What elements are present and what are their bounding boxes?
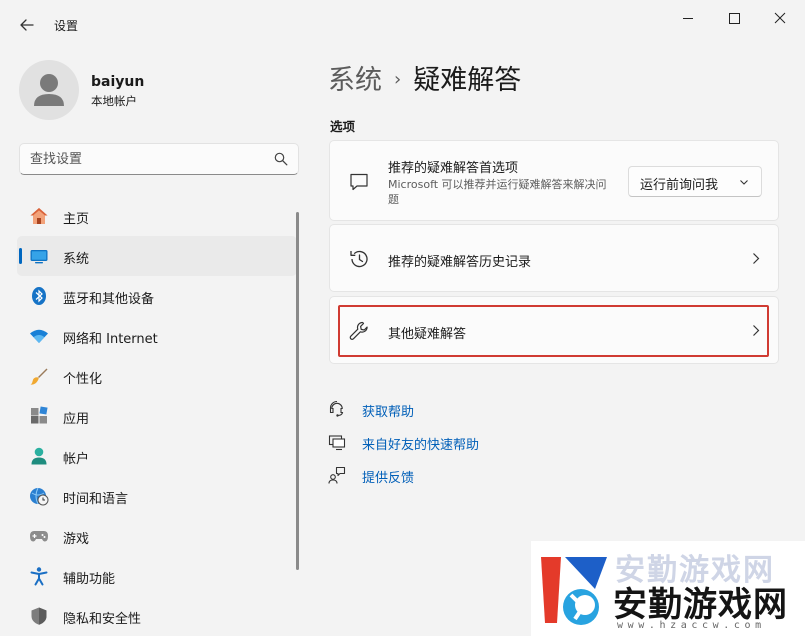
help-icon <box>329 400 344 417</box>
feedback-icon <box>328 466 346 484</box>
sidebar-item-network[interactable]: 网络和 Internet <box>17 316 297 356</box>
watermark-logo-icon <box>541 557 607 625</box>
remote-assist-icon <box>328 435 346 451</box>
card-description: Microsoft 可以推荐并运行疑难解答来解决问题 <box>388 178 607 206</box>
recommended-troubleshooter-preferences-card: 推荐的疑难解答首选项 Microsoft 可以推荐并运行疑难解答来解决问题 运行… <box>329 140 779 221</box>
shield-icon <box>31 607 47 625</box>
card-title: 推荐的疑难解答首选项 <box>388 161 519 176</box>
link-label: 获取帮助 <box>362 405 415 420</box>
sidebar-item-label: 隐私和安全性 <box>63 612 142 627</box>
title-bar: 设置 <box>0 0 805 48</box>
chevron-down-icon <box>740 180 748 185</box>
sidebar-item-accessibility[interactable]: 辅助功能 <box>17 556 297 596</box>
chat-bubble-icon <box>350 173 368 191</box>
sidebar-item-label: 网络和 Internet <box>63 332 158 347</box>
account-type: 本地帐户 <box>91 94 137 108</box>
sidebar-nav: 主页 系统 蓝牙和其他设备 网络和 Internet 个性化 应用 帐户 时间和… <box>17 196 299 636</box>
sidebar-item-label: 应用 <box>63 412 90 427</box>
sidebar-item-label: 个性化 <box>63 372 103 387</box>
sidebar-item-personalization[interactable]: 个性化 <box>17 356 297 396</box>
sidebar-item-label: 帐户 <box>63 452 90 467</box>
avatar[interactable] <box>19 60 79 120</box>
search-box[interactable] <box>19 143 299 175</box>
give-feedback-link[interactable]: 提供反馈 <box>328 464 548 497</box>
accessibility-icon <box>30 567 48 586</box>
watermark-brand: 安勤游戏网 <box>613 585 788 625</box>
search-icon[interactable] <box>274 152 288 166</box>
sidebar-item-home[interactable]: 主页 <box>17 196 297 236</box>
sidebar-item-privacy[interactable]: 隐私和安全性 <box>17 596 297 636</box>
sidebar-scrollbar[interactable] <box>296 212 299 570</box>
sidebar-item-label: 主页 <box>63 212 90 227</box>
brush-icon <box>30 368 48 385</box>
troubleshooter-history-card[interactable]: 推荐的疑难解答历史记录 <box>329 224 779 292</box>
link-label: 提供反馈 <box>362 471 415 486</box>
sidebar-item-label: 蓝牙和其他设备 <box>63 292 155 307</box>
sidebar-item-label: 游戏 <box>63 532 90 547</box>
wrench-icon <box>349 321 368 340</box>
back-button[interactable] <box>14 12 40 38</box>
back-arrow-icon <box>20 19 34 31</box>
selection-indicator <box>19 248 22 264</box>
sidebar-item-label: 系统 <box>63 252 90 267</box>
system-icon <box>30 250 48 264</box>
minimize-icon <box>683 18 693 19</box>
card-title: 推荐的疑难解答历史记录 <box>388 255 532 270</box>
maximize-button[interactable] <box>714 6 754 32</box>
close-button[interactable] <box>760 6 800 32</box>
minimize-button[interactable] <box>668 6 708 32</box>
apps-icon <box>31 406 48 424</box>
wifi-icon <box>30 329 48 343</box>
troubleshooter-preference-dropdown[interactable]: 运行前询问我 <box>628 166 762 197</box>
sidebar-item-gaming[interactable]: 游戏 <box>17 516 297 556</box>
other-troubleshooters-card[interactable]: 其他疑难解答 <box>329 296 779 364</box>
sidebar-item-system[interactable]: 系统 <box>17 236 297 276</box>
sidebar-item-label: 时间和语言 <box>63 492 129 507</box>
history-icon <box>350 250 368 268</box>
sidebar-item-label: 辅助功能 <box>63 572 116 587</box>
bluetooth-icon <box>32 287 46 305</box>
globe-clock-icon <box>30 487 49 506</box>
maximize-icon <box>729 13 740 24</box>
section-label: 选项 <box>330 119 356 134</box>
gamepad-icon <box>30 531 48 542</box>
help-links: 获取帮助 来自好友的快速帮助 提供反馈 <box>328 398 548 497</box>
dropdown-value: 运行前询问我 <box>640 178 719 193</box>
get-help-link[interactable]: 获取帮助 <box>328 398 548 431</box>
search-input[interactable] <box>30 144 270 174</box>
person-icon <box>34 74 64 106</box>
card-title: 其他疑难解答 <box>388 327 467 342</box>
app-title: 设置 <box>54 19 79 33</box>
site-watermark: 安勤游戏网 安勤游戏网 www.hzaccw.com <box>531 541 805 636</box>
breadcrumb-separator: › <box>394 69 402 90</box>
user-name: baiyun <box>91 74 145 90</box>
page-title: 疑难解答 <box>413 65 522 96</box>
home-icon <box>30 208 48 224</box>
breadcrumb-parent[interactable]: 系统 <box>328 65 382 96</box>
breadcrumb: 系统 › 疑难解答 <box>328 58 521 97</box>
sidebar-item-apps[interactable]: 应用 <box>17 396 297 436</box>
sidebar-item-bluetooth[interactable]: 蓝牙和其他设备 <box>17 276 297 316</box>
link-label: 来自好友的快速帮助 <box>362 438 480 453</box>
close-icon <box>774 12 786 24</box>
sidebar-item-time-language[interactable]: 时间和语言 <box>17 476 297 516</box>
chevron-right-icon <box>753 325 760 336</box>
account-icon <box>31 447 47 465</box>
quick-assist-link[interactable]: 来自好友的快速帮助 <box>328 431 548 464</box>
watermark-url: www.hzaccw.com <box>617 620 766 631</box>
chevron-right-icon <box>753 253 760 264</box>
sidebar-item-accounts[interactable]: 帐户 <box>17 436 297 476</box>
